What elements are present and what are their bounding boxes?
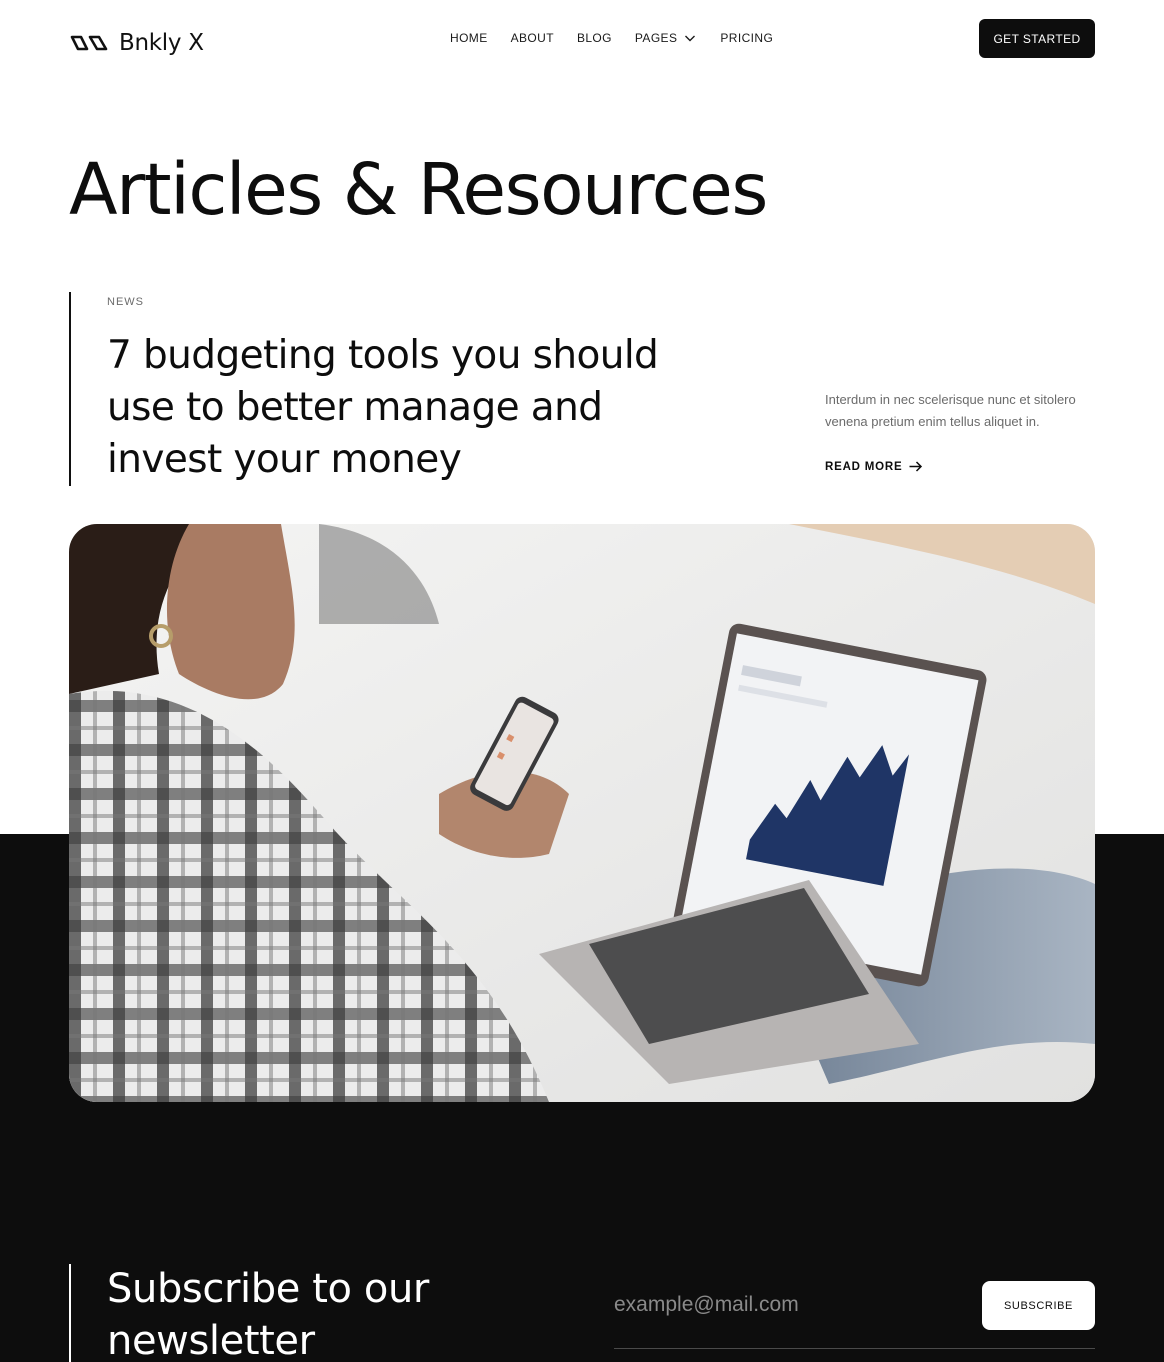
chevron-down-icon (685, 35, 696, 42)
featured-accent-bar (69, 292, 71, 486)
nav-item-label: HOME (450, 31, 488, 45)
nav-item-label: ABOUT (510, 31, 554, 45)
brand-logo[interactable]: Bnkly X (69, 28, 204, 58)
email-input-underline (614, 1348, 1095, 1349)
featured-article-excerpt: Interdum in nec scelerisque nunc et sito… (825, 392, 1076, 429)
page-title: Articles & Resources (69, 148, 768, 231)
nav-item-about[interactable]: ABOUT (511, 31, 554, 45)
brand-name: Bnkly X (119, 30, 204, 56)
featured-article-title[interactable]: 7 budgeting tools you should use to bett… (107, 330, 727, 486)
photo-illustration (69, 524, 1095, 1102)
nav-item-pricing[interactable]: PRICING (720, 31, 773, 45)
article-category[interactable]: NEWS (107, 296, 144, 308)
nav-item-label: PAGES (634, 31, 678, 45)
site-header: Bnkly X HOME ABOUT BLOG PAGES PRICING GE… (0, 0, 1164, 80)
get-started-button[interactable]: GET STARTED (979, 19, 1095, 58)
nav-item-label: BLOG (576, 31, 612, 45)
nav-item-blog[interactable]: BLOG (577, 31, 612, 45)
arrow-right-icon (909, 461, 923, 472)
nav-item-pages[interactable]: PAGES (635, 31, 697, 45)
featured-article-image[interactable] (69, 524, 1095, 1102)
subscribe-button[interactable]: SUBSCRIBE (982, 1281, 1095, 1330)
read-more-label: READ MORE (825, 460, 903, 473)
email-input[interactable] (614, 1285, 964, 1325)
nav-item-label: PRICING (720, 31, 774, 45)
newsletter-accent-bar (69, 1264, 71, 1362)
newsletter-title: Subscribe to our newsletter (107, 1266, 429, 1362)
read-more-link[interactable]: READ MORE (825, 459, 923, 474)
main-nav: HOME ABOUT BLOG PAGES PRICING (450, 31, 773, 45)
nav-item-home[interactable]: HOME (450, 31, 488, 45)
infinity-logo-icon (70, 35, 108, 51)
